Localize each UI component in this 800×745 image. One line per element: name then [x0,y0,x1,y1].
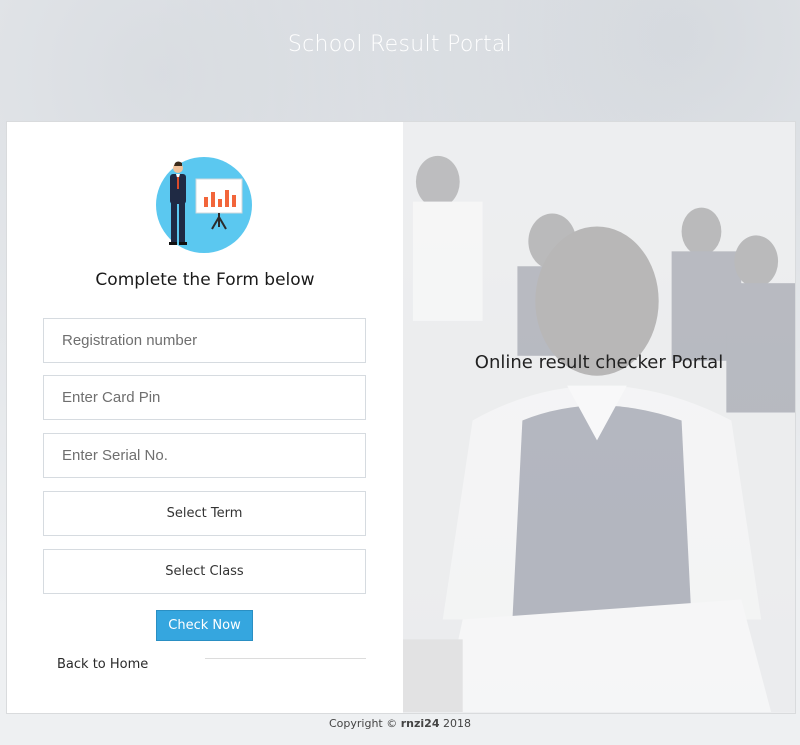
info-panel: Online result checker Portal [403,122,795,713]
term-select-label: Select Term [166,506,243,521]
footer-brand: rnzi24 [400,717,440,730]
photo-overlay [403,122,795,713]
registration-number-input[interactable] [43,318,366,363]
copyright-prefix: Copyright © [329,717,398,730]
class-select-label: Select Class [165,564,244,579]
card-pin-input[interactable] [43,375,366,420]
site-title: School Result Portal [287,32,513,57]
back-to-home-link[interactable]: Back to Home [57,657,148,672]
copyright-year: 2018 [443,717,471,730]
form-title: Complete the Form below [95,270,315,290]
footer: Copyright © rnzi24 2018 [0,717,800,730]
term-select[interactable]: Select Term [43,491,366,536]
check-now-button[interactable]: Check Now [156,610,253,641]
class-select[interactable]: Select Class [43,549,366,594]
panel-caption: Online result checker Portal [474,352,724,373]
divider [205,658,366,659]
form-panel: Complete the Form below Select Term Sele… [7,122,403,713]
serial-number-input[interactable] [43,433,366,478]
login-card: Complete the Form below Select Term Sele… [6,121,796,714]
presenter-chart-illustration [156,157,252,253]
